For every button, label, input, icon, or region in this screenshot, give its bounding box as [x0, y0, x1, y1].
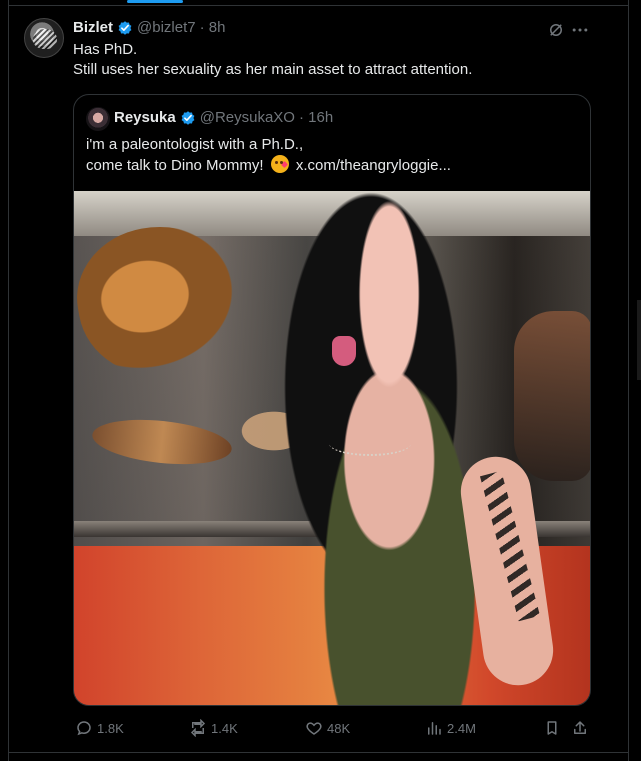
verified-icon [118, 20, 132, 35]
fossil-bone [90, 413, 234, 471]
fossil-display-right [514, 311, 590, 481]
tweet-text: Has PhD. Still uses her sexuality as her… [73, 40, 593, 80]
views-icon [428, 722, 441, 735]
x-timeline-tweet: Bizlet @bizlet7 · 8h Has PhD. Still uses… [0, 0, 641, 761]
more-button[interactable] [570, 20, 590, 40]
quoted-tweet-time[interactable]: · 16h [299, 109, 333, 126]
tweet-line-1: Has PhD. [73, 41, 138, 58]
avatar[interactable] [24, 18, 64, 58]
verified-icon [181, 110, 195, 125]
tweet-header: Bizlet @bizlet7 · 8h [73, 19, 225, 36]
column-left-border [8, 0, 9, 761]
share-button[interactable] [571, 719, 589, 737]
author-name[interactable]: Bizlet [73, 19, 113, 36]
repost-button[interactable]: 1.4K [189, 719, 238, 737]
more-icon [572, 28, 588, 32]
tongue [332, 336, 356, 366]
scrollbar-edge[interactable] [637, 300, 641, 380]
active-tab-indicator [127, 0, 183, 3]
quoted-line-1: i'm a paleontologist with a Ph.D., [86, 136, 304, 153]
reply-icon [77, 721, 91, 736]
quoted-line-2: come talk to Dino Mommy! x.com/theangryl… [86, 155, 576, 176]
heart-icon [306, 722, 322, 735]
views-count: 2.4M [447, 720, 476, 736]
quoted-photo[interactable] [74, 191, 590, 705]
share-icon [574, 721, 586, 734]
quoted-author-handle[interactable]: @ReysukaXO [200, 109, 295, 126]
repost-icon [190, 719, 206, 737]
kissing-face-emoji [270, 155, 289, 173]
quoted-tweet-text: i'm a paleontologist with a Ph.D., come … [86, 135, 576, 176]
bookmark-icon [547, 721, 557, 735]
tweet-line-2: Still uses her sexuality as her main ass… [73, 61, 473, 78]
top-divider [8, 5, 628, 6]
tweet-time[interactable]: · 8h [200, 19, 226, 36]
like-button[interactable]: 48K [305, 719, 350, 737]
repost-count: 1.4K [211, 720, 238, 736]
column-right-border [628, 0, 629, 761]
quoted-line-2-text: come talk to Dino Mommy! [86, 157, 264, 174]
bookmark-button[interactable] [543, 719, 561, 737]
quoted-tweet-card[interactable]: Reysuka @ReysukaXO · 16h i'm a paleontol… [73, 94, 591, 706]
quoted-author-name[interactable]: Reysuka [114, 109, 176, 126]
quoted-tweet-header: Reysuka @ReysukaXO · 16h [114, 109, 333, 126]
author-handle[interactable]: @bizlet7 [137, 19, 196, 36]
quoted-link[interactable]: x.com/theangryloggie... [296, 157, 451, 174]
views-button[interactable]: 2.4M [425, 719, 476, 737]
quoted-author-avatar[interactable] [86, 107, 110, 131]
grok-button[interactable] [546, 20, 566, 40]
reply-button[interactable]: 1.8K [75, 719, 124, 737]
bottom-divider [8, 752, 628, 753]
like-count: 48K [327, 720, 351, 736]
grok-icon [550, 24, 562, 36]
tweet-actions: 1.8K 1.4K 48K 2.4M [73, 716, 593, 742]
tooth-necklace [329, 431, 411, 456]
fossil-skull [74, 212, 260, 390]
reply-count: 1.8K [97, 720, 124, 736]
